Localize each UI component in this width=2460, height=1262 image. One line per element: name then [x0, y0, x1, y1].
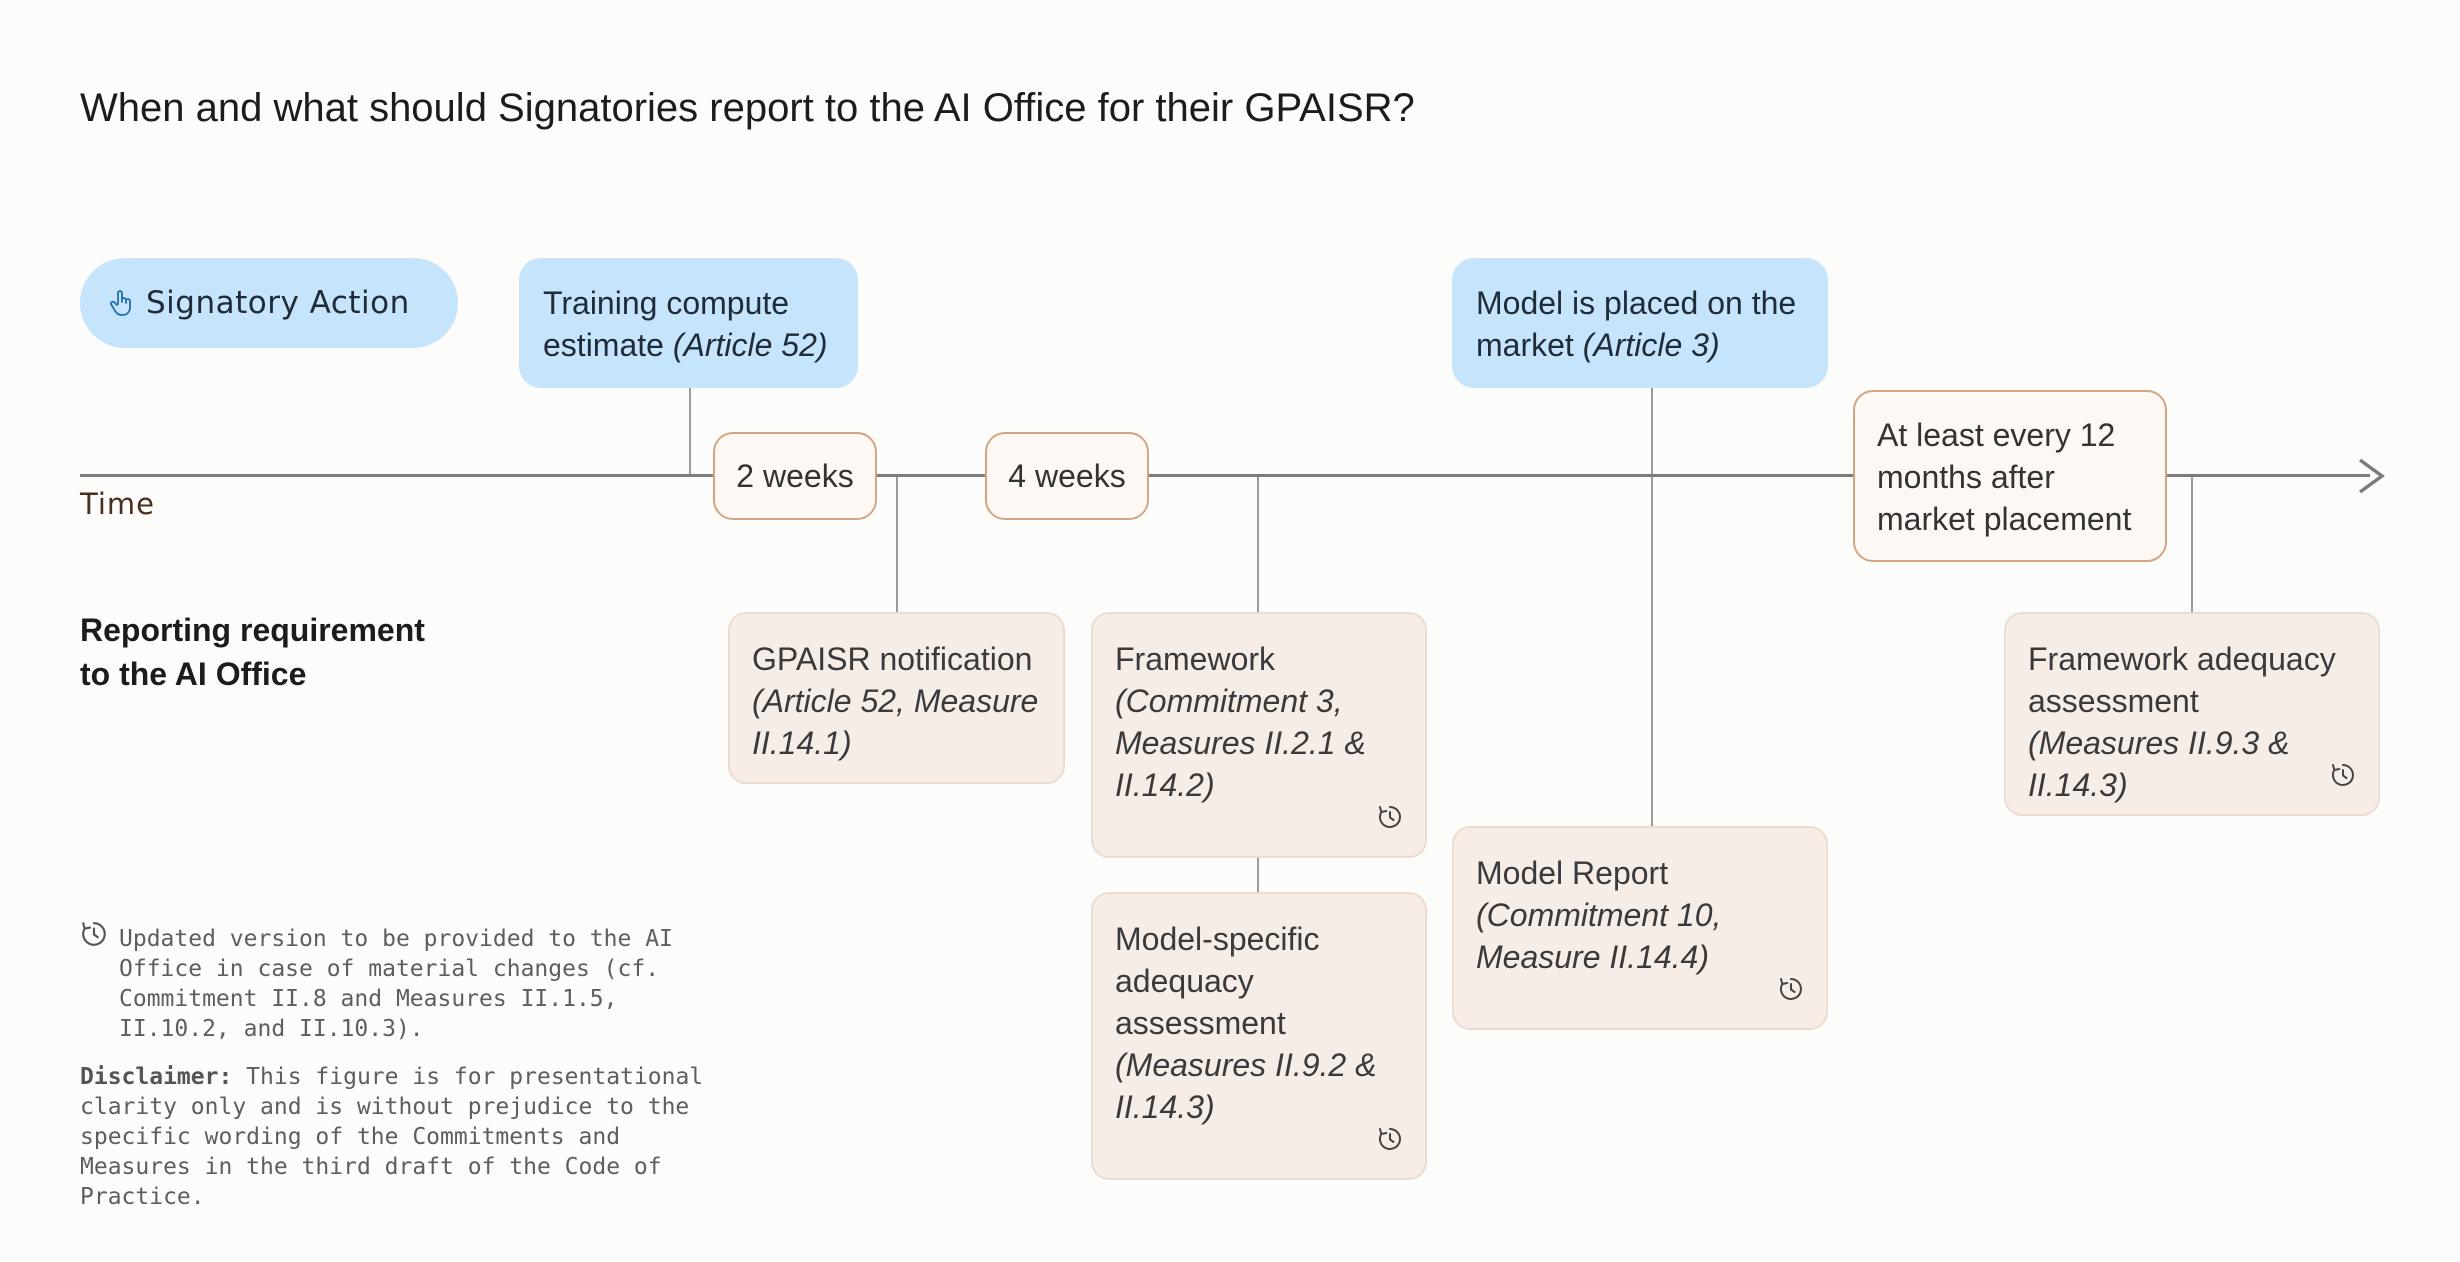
- requirement-framework-adequacy-assessment: Framework adequacy assessment (Measures …: [2004, 612, 2380, 816]
- duration-4-weeks: 4 weeks: [985, 432, 1149, 520]
- disclaimer: Disclaimer: This figure is for presentat…: [80, 1062, 730, 1212]
- disclaimer-label: Disclaimer:: [80, 1064, 233, 1090]
- page-title: When and what should Signatories report …: [80, 86, 1415, 130]
- event-reference: (Article 3): [1582, 327, 1720, 363]
- requirement-text: Framework: [1115, 641, 1276, 677]
- refresh-icon: [1378, 806, 1401, 828]
- requirement-reference: (Measures II.9.3 & II.14.3): [2028, 725, 2290, 803]
- duration-every-12-months: At least every 12 months after market pl…: [1853, 390, 2167, 562]
- refresh-icon: [1378, 1128, 1401, 1150]
- requirement-reference: (Article 52, Measure II.14.1): [752, 683, 1039, 761]
- signatory-action-legend: Signatory Action: [80, 258, 458, 348]
- connector-line: [2191, 476, 2193, 612]
- signatory-action-label: Signatory Action: [146, 285, 410, 321]
- event-reference: (Article 52): [672, 327, 828, 363]
- requirement-gpaisr-notification: GPAISR notification (Article 52, Measure…: [728, 612, 1065, 784]
- requirement-text: Model Report: [1476, 855, 1669, 891]
- refresh-icon: [2331, 764, 2354, 786]
- requirement-text: GPAISR notification: [752, 641, 1033, 677]
- connector-line: [1651, 388, 1653, 826]
- hand-pointer-icon: [110, 290, 131, 316]
- requirement-text: Model-specific adequacy assessment: [1115, 921, 1320, 1041]
- duration-2-weeks: 2 weeks: [713, 432, 877, 520]
- event-training-compute-estimate: Training compute estimate (Article 52): [519, 258, 858, 388]
- refresh-icon: [1779, 978, 1802, 1000]
- refresh-icon: [82, 922, 106, 946]
- time-axis-label: Time: [80, 487, 155, 521]
- requirement-framework: Framework (Commitment 3, Measures II.2.1…: [1091, 612, 1427, 858]
- reporting-requirement-heading: Reporting requirement to the AI Office: [80, 612, 425, 692]
- requirement-model-specific-adequacy-assessment: Model-specific adequacy assessment (Meas…: [1091, 892, 1427, 1180]
- event-market-placement: Model is placed on the market (Article 3…: [1452, 258, 1828, 388]
- requirement-reference: (Commitment 10, Measure II.14.4): [1476, 897, 1722, 975]
- requirement-reference: (Commitment 3, Measures II.2.1 & II.14.2…: [1115, 683, 1366, 803]
- legend-note: Updated version to be provided to the AI…: [119, 926, 673, 1042]
- connector-line: [1257, 858, 1259, 892]
- connector-line: [689, 388, 691, 474]
- connector-line: [896, 476, 898, 612]
- connector-line: [1257, 476, 1259, 612]
- requirement-reference: (Measures II.9.2 & II.14.3): [1115, 1047, 1377, 1125]
- requirement-text: Framework adequacy assessment: [2028, 641, 2336, 719]
- requirement-model-report: Model Report (Commitment 10, Measure II.…: [1452, 826, 1828, 1030]
- axis-arrowhead: [2358, 458, 2385, 494]
